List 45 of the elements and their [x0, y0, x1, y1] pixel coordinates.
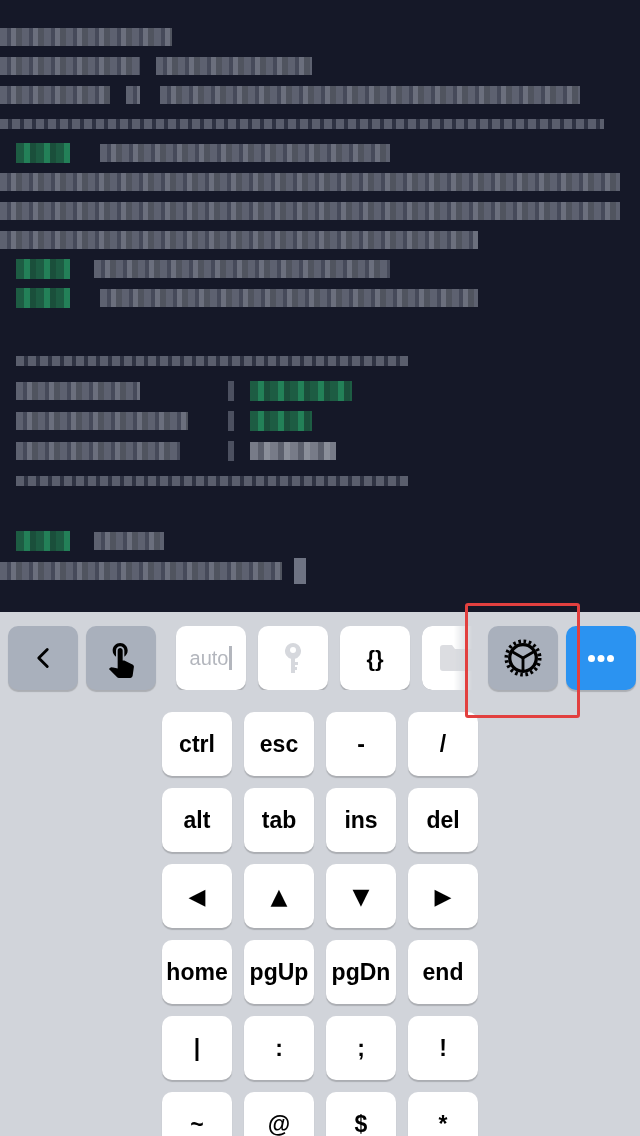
more-button[interactable]	[566, 626, 636, 690]
keyboard-key[interactable]: /	[408, 712, 478, 776]
keyboard-key[interactable]: *	[408, 1092, 478, 1136]
gear-icon	[504, 639, 542, 677]
pixelated-tag	[16, 287, 70, 308]
keyboard-key[interactable]: alt	[162, 788, 232, 852]
auto-label: auto	[189, 646, 229, 671]
keyboard-key[interactable]: home	[162, 940, 232, 1004]
pixelated-separator	[228, 411, 234, 431]
folder-icon	[440, 645, 472, 671]
keyboard-key[interactable]: pgDn	[326, 940, 396, 1004]
keyboard-key[interactable]: pgUp	[244, 940, 314, 1004]
keyboard-key[interactable]: ◀	[162, 864, 232, 928]
settings-button[interactable]	[488, 626, 558, 690]
keyboard-key[interactable]: ▼	[326, 864, 396, 928]
braces-button[interactable]: {}	[340, 626, 410, 690]
text-cursor-icon	[229, 646, 233, 670]
pixelated-tag	[250, 411, 312, 431]
keyboard-key[interactable]: ctrl	[162, 712, 232, 776]
more-icon	[588, 654, 614, 662]
keyboard-key[interactable]: end	[408, 940, 478, 1004]
keyboard-key[interactable]: esc	[244, 712, 314, 776]
keyboard-key[interactable]: ins	[326, 788, 396, 852]
pixelated-text	[94, 532, 164, 550]
pixelated-separator	[228, 381, 234, 401]
keyboard-key[interactable]: ;	[326, 1016, 396, 1080]
pixelated-separator	[228, 441, 234, 461]
keyboard-key[interactable]: tab	[244, 788, 314, 852]
keyboard-key[interactable]: ▲	[244, 864, 314, 928]
keyboard-key[interactable]: !	[408, 1016, 478, 1080]
pixelated-tag	[16, 142, 70, 163]
keyboard-key[interactable]: -	[326, 712, 396, 776]
terminal-cursor	[294, 558, 306, 584]
keyboard-key[interactable]: ~	[162, 1092, 232, 1136]
keyboard-key[interactable]: $	[326, 1092, 396, 1136]
pixelated-tag	[16, 531, 70, 551]
pixelated-text	[126, 85, 140, 104]
keyboard-key[interactable]: :	[244, 1016, 314, 1080]
keyboard-key[interactable]: del	[408, 788, 478, 852]
key-icon	[285, 643, 301, 673]
touch-button[interactable]	[86, 626, 156, 690]
keyboard-key[interactable]: @	[244, 1092, 314, 1136]
pixelated-tag	[16, 258, 70, 279]
keyboard-key[interactable]: ▶	[408, 864, 478, 928]
keyboard-key[interactable]: |	[162, 1016, 232, 1080]
